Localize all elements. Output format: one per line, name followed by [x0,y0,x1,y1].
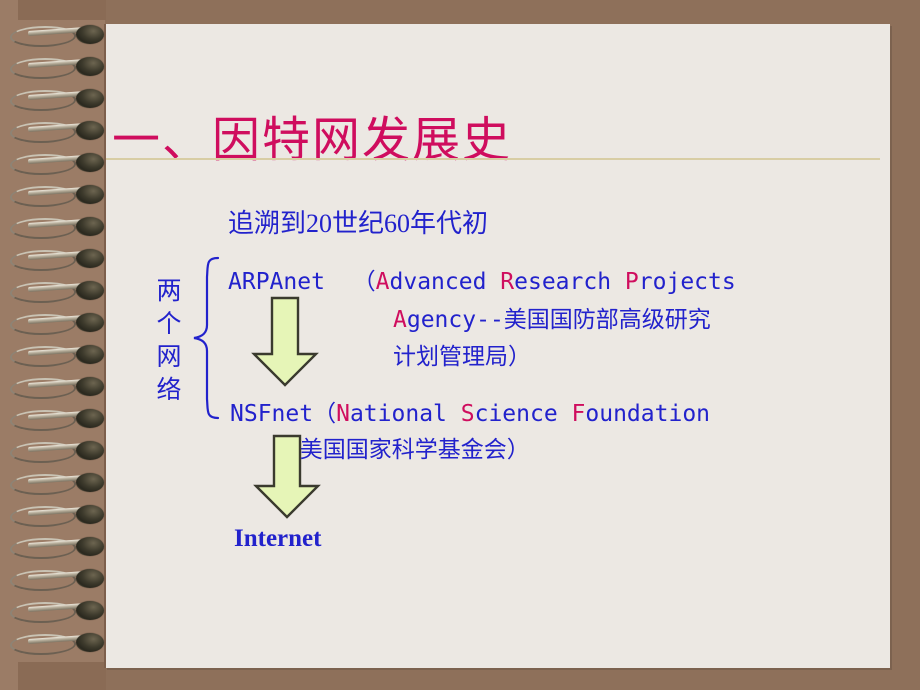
two-networks-label: 两个网络 [152,275,186,407]
expansion-text: rojects [638,269,736,295]
nsfnet-expansion-line1: National Science Foundation [336,401,710,427]
internet-result-label: Internet [234,525,322,552]
expansion-text: ational [349,401,461,427]
vertical-label-char: 网 [156,344,182,371]
arpanet-name: ARPAnet [228,269,325,295]
vertical-label-char: 个 [156,311,182,338]
acronym-capital: A [375,269,390,295]
arpanet-line2: Agency--美国国防部高级研究 [393,300,711,334]
acronym-capital: A [393,307,407,333]
acronym-capital: S [460,401,475,427]
nsfnet-name: NSFnet [230,401,314,427]
arpanet-line: ARPAnet （Advanced Research Projects [228,262,736,296]
binder-top-tab [18,0,106,20]
arpanet-expansion-line2: Agency-- [393,307,504,333]
title-underline [106,158,880,160]
nsfnet-line: NSFnet（National Science Foundation [230,394,710,428]
vertical-label-char: 络 [156,377,182,404]
arpanet-chinese-line2: 美国国防部高级研究 [503,307,711,332]
page-left-edge [104,24,106,668]
expansion-text: dvanced [389,269,501,295]
arpanet-chinese-line3: 计划管理局） [393,344,531,369]
binder-left-strip [0,0,105,690]
acronym-capital: N [336,401,350,427]
curly-brace-icon [188,255,222,421]
acronym-capital: R [500,269,515,295]
subtitle-text: 追溯到20世纪60年代初 [228,209,489,238]
arpanet-open-paren: （ [352,269,376,294]
slide-canvas: 一、因特网发展史 追溯到20世纪60年代初 两个网络 ARPAnet （Adva… [0,0,920,690]
vertical-label-char: 两 [156,278,182,305]
nsfnet-chinese-line2: 美国国家科学基金会） [299,437,530,462]
arpanet-line3: 计划管理局） [393,337,531,371]
expansion-text: oundation [585,401,711,427]
expansion-text: cience [474,401,572,427]
binder-bottom-tab [18,662,106,690]
nsfnet-to-internet-arrow [248,434,326,520]
arpanet-expansion-line1: Advanced Research Projects [376,269,736,295]
acronym-capital: F [571,401,586,427]
expansion-text: gency-- [406,307,504,333]
arpanet-to-nsfnet-arrow [246,296,324,388]
expansion-text: esearch [514,269,625,295]
nsfnet-open-paren: （ [313,401,337,426]
acronym-capital: P [624,269,639,295]
